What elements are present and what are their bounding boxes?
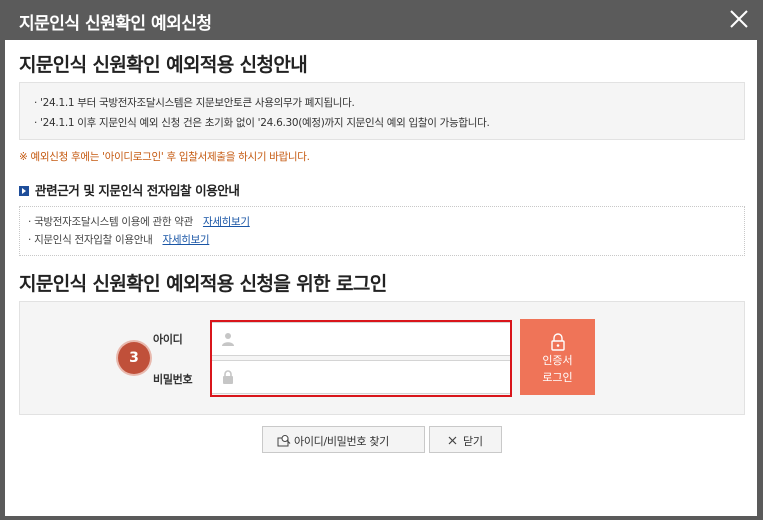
close-button[interactable]: 닫기 <box>429 426 502 453</box>
link-row-label: · 지문인식 전자입찰 이용안내 <box>28 234 153 246</box>
cert-line-1: 인증서 <box>542 354 573 367</box>
find-button-label: 아이디/비밀번호 찾기 <box>294 435 389 448</box>
section-heading: 관련근거 및 지문인식 전자입찰 이용안내 <box>19 180 240 199</box>
section-heading-label: 관련근거 및 지문인식 전자입찰 이용안내 <box>35 183 240 198</box>
guide-detail-link[interactable]: 자세히보기 <box>162 234 209 246</box>
input-highlight-box <box>210 320 512 397</box>
login-heading: 지문인식 신원확인 예외적용 신청을 위한 로그인 <box>19 273 387 295</box>
link-row-label: · 국방전자조달시스템 이용에 관한 약관 <box>28 216 193 228</box>
dialog-window: 지문인식 신원확인 예외신청 지문인식 신원확인 예외적용 신청안내 · '24… <box>0 0 763 520</box>
password-label: 비밀번호 <box>153 373 193 386</box>
title-bar: 지문인식 신원확인 예외신청 <box>0 0 763 40</box>
link-row: · 국방전자조달시스템 이용에 관한 약관 자세히보기 <box>28 213 744 231</box>
certificate-login-label: 인증서 로그인 <box>520 352 595 386</box>
search-document-icon <box>277 435 291 447</box>
notice-box: · '24.1.1 부터 국방전자조달시스템은 지문보안토큰 사용의무가 폐지됩… <box>19 82 745 140</box>
warning-text: ※ 예외신청 후에는 '아이디로그인' 후 입찰서제출을 하시기 바랍니다. <box>19 151 310 163</box>
id-label: 아이디 <box>153 333 183 346</box>
cert-line-2: 로그인 <box>542 371 573 384</box>
lock-icon <box>551 333 565 351</box>
reference-links-box: · 국방전자조달시스템 이용에 관한 약관 자세히보기 · 지문인식 전자입찰 이… <box>19 206 745 256</box>
page-title: 지문인식 신원확인 예외적용 신청안내 <box>19 54 308 76</box>
dialog-content: 지문인식 신원확인 예외적용 신청안내 · '24.1.1 부터 국방전자조달시… <box>5 40 757 516</box>
notice-item: · '24.1.1 부터 국방전자조달시스템은 지문보안토큰 사용의무가 폐지됩… <box>34 97 355 109</box>
close-icon <box>448 436 457 445</box>
login-panel: 3 아이디 비밀번호 인증서 로그인 <box>19 301 745 415</box>
find-id-password-button[interactable]: 아이디/비밀번호 찾기 <box>262 426 425 453</box>
close-icon[interactable] <box>727 7 751 31</box>
notice-item: · '24.1.1 이후 지문인식 예외 신청 건은 초기화 없이 '24.6.… <box>34 117 490 129</box>
certificate-login-button[interactable]: 인증서 로그인 <box>520 319 595 395</box>
terms-detail-link[interactable]: 자세히보기 <box>203 216 250 228</box>
step-badge: 3 <box>118 342 150 374</box>
window-title: 지문인식 신원확인 예외신청 <box>19 14 212 34</box>
link-row: · 지문인식 전자입찰 이용안내 자세히보기 <box>28 231 744 249</box>
close-button-label: 닫기 <box>463 435 483 448</box>
bullet-arrow-icon <box>19 186 29 196</box>
